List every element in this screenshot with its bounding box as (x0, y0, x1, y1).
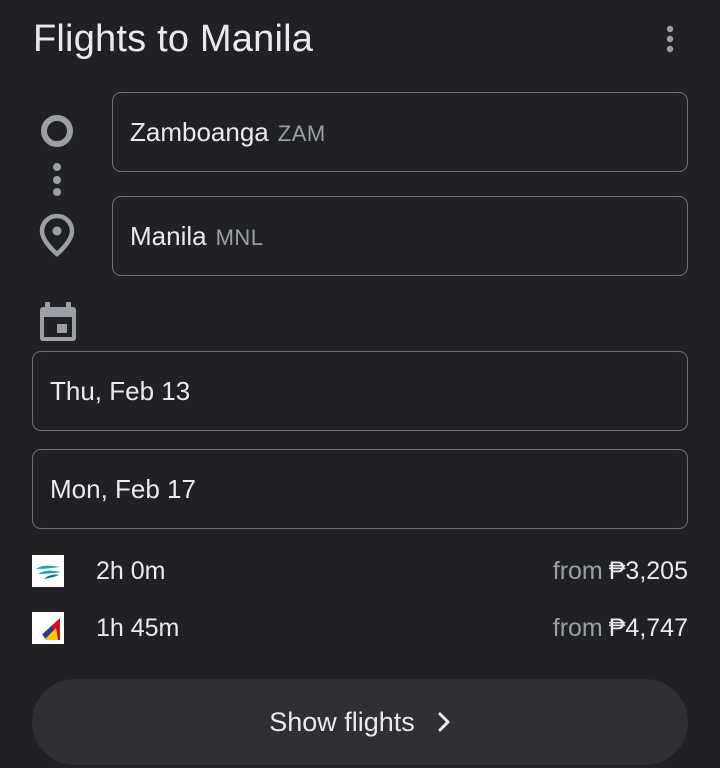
origin-city: Zamboanga (130, 116, 269, 147)
route-icons (38, 110, 78, 260)
price-value: ₱3,205 (608, 556, 688, 585)
departure-date-field[interactable]: Thu, Feb 13 (32, 351, 688, 431)
from-label: from (552, 613, 603, 642)
flight-duration: 2h 0m (96, 556, 166, 585)
flight-option-row[interactable]: 1h 45m from ₱4,747 (32, 608, 688, 648)
chevron-right-icon (437, 711, 451, 733)
philippine-airlines-logo-icon (32, 612, 64, 644)
return-date: Mon, Feb 17 (50, 473, 196, 504)
flight-option-row[interactable]: 2h 0m from ₱3,205 (32, 551, 688, 591)
destination-field[interactable]: Manila MNL (112, 196, 688, 276)
more-options-button[interactable] (652, 22, 688, 56)
location-pin-icon (39, 213, 75, 257)
flight-price: from ₱4,747 (553, 614, 688, 643)
more-vertical-icon (666, 25, 674, 53)
calendar-icon (40, 302, 76, 341)
from-label: from (552, 556, 603, 585)
flight-price: from ₱3,205 (553, 557, 688, 586)
departure-date: Thu, Feb 13 (50, 375, 191, 406)
price-value: ₱4,747 (608, 613, 688, 642)
origin-circle-icon (41, 115, 73, 147)
origin-code: ZAM (277, 121, 326, 146)
destination-city: Manila (130, 220, 207, 251)
route-dots-icon (53, 163, 61, 196)
origin-field[interactable]: Zamboanga ZAM (112, 92, 688, 172)
flight-duration: 1h 45m (96, 613, 180, 642)
destination-code: MNL (215, 225, 264, 250)
return-date-field[interactable]: Mon, Feb 17 (32, 449, 688, 529)
show-flights-button[interactable]: Show flights (32, 679, 688, 765)
show-flights-label: Show flights (269, 706, 415, 737)
page-title: Flights to Manila (33, 18, 314, 60)
cebu-pacific-logo-icon (32, 555, 64, 587)
